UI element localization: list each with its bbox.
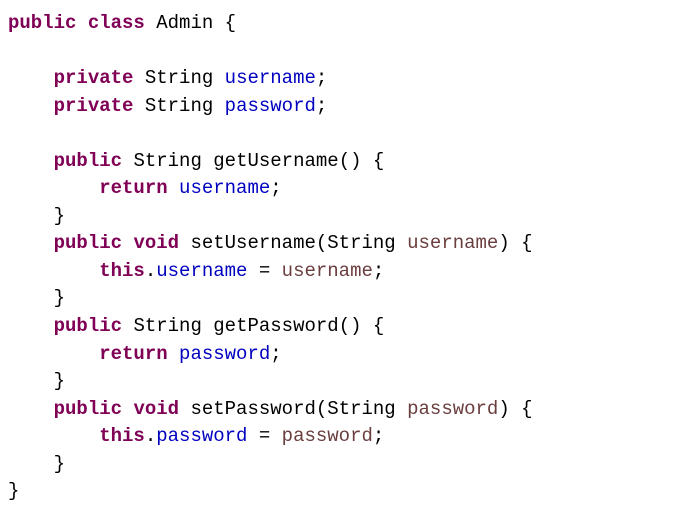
code-line: } bbox=[8, 478, 686, 506]
keyword-public: public bbox=[54, 232, 122, 254]
paren-open: ( bbox=[339, 150, 350, 172]
code-line-blank bbox=[8, 120, 686, 148]
field-username: username bbox=[156, 260, 247, 282]
keyword-void: void bbox=[133, 232, 179, 254]
keyword-return: return bbox=[99, 177, 167, 199]
type-string: String bbox=[145, 67, 213, 89]
code-line: public void setPassword(String password)… bbox=[8, 396, 686, 424]
param-password: password bbox=[407, 398, 498, 420]
semicolon: ; bbox=[316, 67, 327, 89]
paren-close: ) bbox=[350, 315, 361, 337]
type-string: String bbox=[145, 95, 213, 117]
paren-close: ) bbox=[498, 232, 509, 254]
keyword-private: private bbox=[54, 67, 134, 89]
code-line: private String username; bbox=[8, 65, 686, 93]
paren-open: ( bbox=[339, 315, 350, 337]
code-line: } bbox=[8, 285, 686, 313]
code-line: return username; bbox=[8, 175, 686, 203]
code-line: } bbox=[8, 451, 686, 479]
keyword-public: public bbox=[54, 398, 122, 420]
param-username: username bbox=[407, 232, 498, 254]
type-string: String bbox=[327, 398, 395, 420]
code-line: return password; bbox=[8, 341, 686, 369]
code-line: this.password = password; bbox=[8, 423, 686, 451]
keyword-void: void bbox=[133, 398, 179, 420]
code-line: public String getPassword() { bbox=[8, 313, 686, 341]
code-line: public String getUsername() { bbox=[8, 148, 686, 176]
semicolon: ; bbox=[270, 177, 281, 199]
brace-open: { bbox=[521, 232, 532, 254]
field-password: password bbox=[156, 425, 247, 447]
dot: . bbox=[145, 260, 156, 282]
brace-close: } bbox=[8, 480, 19, 502]
semicolon: ; bbox=[373, 425, 384, 447]
method-setUsername: setUsername bbox=[190, 232, 315, 254]
paren-close: ) bbox=[498, 398, 509, 420]
assign: = bbox=[247, 260, 281, 282]
field-password: password bbox=[225, 95, 316, 117]
brace-open: { bbox=[521, 398, 532, 420]
brace-open: { bbox=[373, 150, 384, 172]
brace-close: } bbox=[54, 370, 65, 392]
method-getUsername: getUsername bbox=[213, 150, 338, 172]
brace-open: { bbox=[373, 315, 384, 337]
param-username: username bbox=[282, 260, 373, 282]
paren-open: ( bbox=[316, 398, 327, 420]
field-username: username bbox=[179, 177, 270, 199]
keyword-this: this bbox=[99, 425, 145, 447]
paren-close: ) bbox=[350, 150, 361, 172]
keyword-this: this bbox=[99, 260, 145, 282]
method-getPassword: getPassword bbox=[213, 315, 338, 337]
field-password: password bbox=[179, 343, 270, 365]
dot: . bbox=[145, 425, 156, 447]
paren-open: ( bbox=[316, 232, 327, 254]
keyword-return: return bbox=[99, 343, 167, 365]
type-string: String bbox=[133, 315, 201, 337]
code-line: private String password; bbox=[8, 93, 686, 121]
code-line: } bbox=[8, 203, 686, 231]
field-username: username bbox=[225, 67, 316, 89]
keyword-private: private bbox=[54, 95, 134, 117]
keyword-public: public bbox=[54, 315, 122, 337]
keyword-public: public bbox=[54, 150, 122, 172]
keyword-class: class bbox=[88, 12, 145, 34]
assign: = bbox=[247, 425, 281, 447]
semicolon: ; bbox=[270, 343, 281, 365]
class-name: Admin bbox=[156, 12, 213, 34]
brace-close: } bbox=[54, 453, 65, 475]
brace-close: } bbox=[54, 205, 65, 227]
param-password: password bbox=[282, 425, 373, 447]
code-line-blank bbox=[8, 38, 686, 66]
keyword-public: public bbox=[8, 12, 76, 34]
semicolon: ; bbox=[373, 260, 384, 282]
type-string: String bbox=[133, 150, 201, 172]
code-line: public void setUsername(String username)… bbox=[8, 230, 686, 258]
code-block: public class Admin { private String user… bbox=[8, 10, 686, 506]
method-setPassword: setPassword bbox=[190, 398, 315, 420]
semicolon: ; bbox=[316, 95, 327, 117]
code-line: this.username = username; bbox=[8, 258, 686, 286]
code-line: public class Admin { bbox=[8, 10, 686, 38]
type-string: String bbox=[327, 232, 395, 254]
brace-open: { bbox=[225, 12, 236, 34]
brace-close: } bbox=[54, 287, 65, 309]
code-line: } bbox=[8, 368, 686, 396]
